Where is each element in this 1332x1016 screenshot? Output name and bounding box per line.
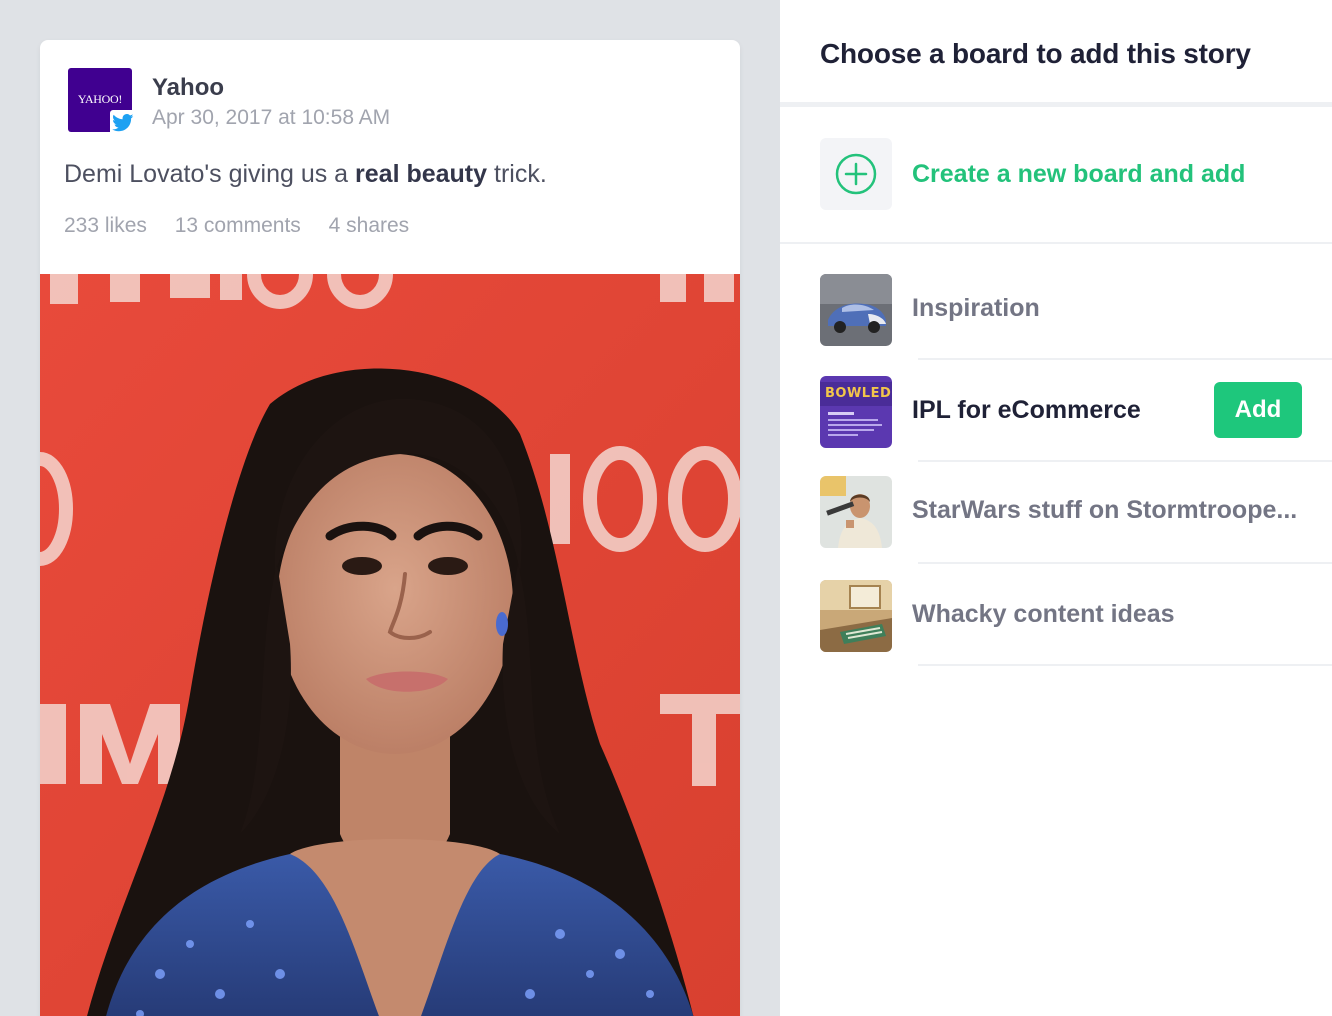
story-photo[interactable] <box>40 274 740 1016</box>
row-divider <box>918 358 1332 360</box>
board-name[interactable]: IPL for eCommerce <box>912 396 1141 425</box>
source-name: Yahoo <box>152 74 225 101</box>
board-item-ipl-for-ecommerce[interactable]: BOWLED IPL for eCommerce Add <box>820 376 1332 448</box>
story-header: YAHOO! Yahoo Apr 30, 2017 at 10:58 AM <box>68 68 668 136</box>
bowled-thumbnail: BOWLED <box>820 376 892 448</box>
shares-count[interactable]: 4 shares <box>329 214 410 237</box>
board-item-inspiration[interactable]: Inspiration <box>820 274 1332 346</box>
story-text: Demi Lovato's giving us a real beauty tr… <box>64 160 547 189</box>
story-card: YAHOO! Yahoo Apr 30, 2017 at 10:58 AM De… <box>40 40 740 1016</box>
board-chooser-panel: Choose a board to add this story Create … <box>780 0 1332 1016</box>
row-divider <box>918 562 1332 564</box>
story-date: Apr 30, 2017 at 10:58 AM <box>152 106 391 129</box>
create-board-tile[interactable] <box>820 138 892 210</box>
board-name[interactable]: StarWars stuff on Stormtroope... <box>912 496 1297 525</box>
twitter-icon <box>110 110 136 136</box>
board-item-whacky-content-ideas[interactable]: Whacky content ideas <box>820 580 1332 652</box>
title-divider <box>780 102 1332 107</box>
room-thumbnail <box>820 580 892 652</box>
story-text-end: trick. <box>487 160 547 188</box>
board-name[interactable]: Whacky content ideas <box>912 600 1175 629</box>
story-photo-illustration <box>40 274 740 1016</box>
story-stats: 233 likes 13 comments 4 shares <box>64 214 431 238</box>
story-preview-pane: YAHOO! Yahoo Apr 30, 2017 at 10:58 AM De… <box>0 0 780 1016</box>
starwars-thumbnail <box>820 476 892 548</box>
story-text-start: Demi Lovato's giving us a <box>64 160 356 188</box>
row-divider <box>918 460 1332 462</box>
create-board-label[interactable]: Create a new board and add <box>912 160 1245 189</box>
board-name[interactable]: Inspiration <box>912 294 1040 323</box>
add-to-board-button[interactable]: Add <box>1214 382 1302 438</box>
story-text-bold: real beauty <box>355 160 488 188</box>
likes-count[interactable]: 233 likes <box>64 214 147 237</box>
section-divider <box>780 242 1332 244</box>
create-board-button[interactable]: Create a new board and add <box>820 138 1320 210</box>
car-thumbnail <box>820 274 892 346</box>
plus-circle-icon <box>835 153 877 195</box>
row-divider <box>918 664 1332 666</box>
panel-title: Choose a board to add this story <box>820 38 1251 69</box>
bowled-thumbnail-text: BOWLED <box>825 386 892 401</box>
comments-count[interactable]: 13 comments <box>175 214 301 237</box>
yahoo-logo-text: YAHOO! <box>77 91 123 106</box>
board-item-starwars[interactable]: StarWars stuff on Stormtroope... <box>820 476 1332 548</box>
